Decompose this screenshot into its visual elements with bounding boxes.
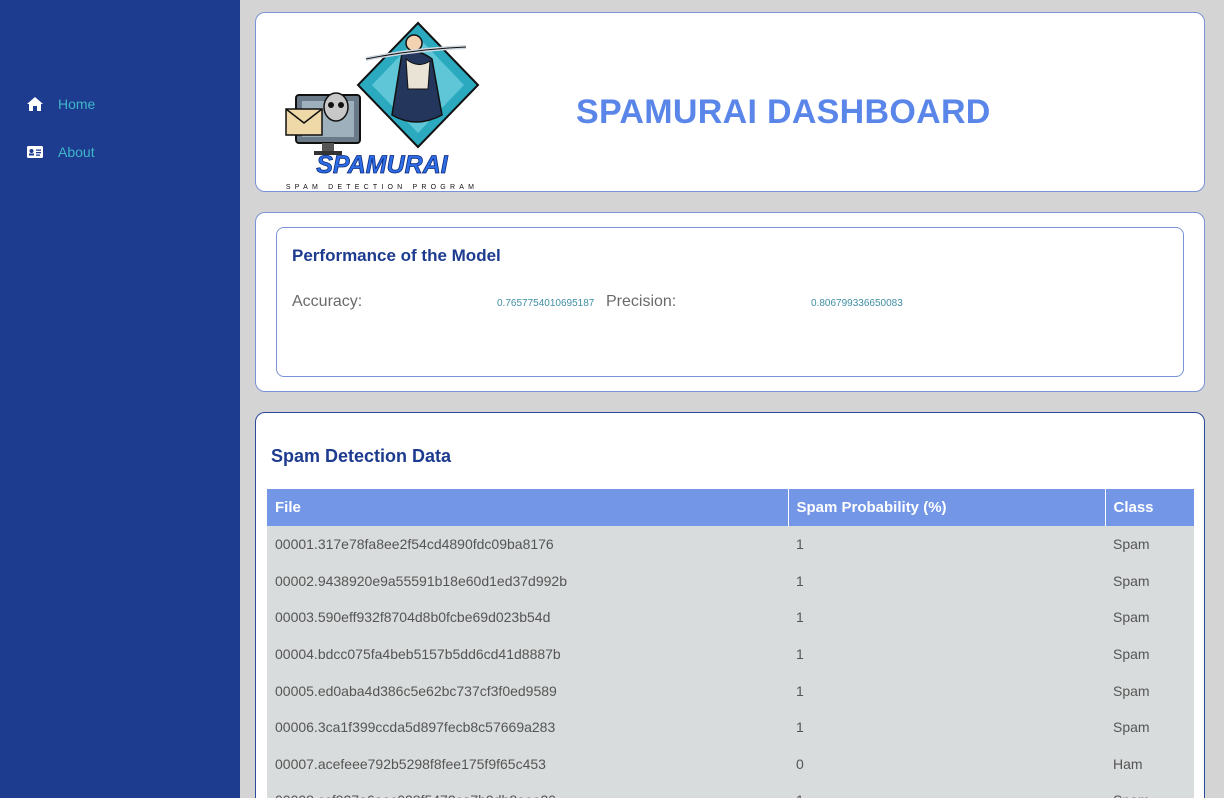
- cell-class: Spam: [1105, 562, 1194, 600]
- table-row: 00005.ed0aba4d386c5e62bc737cf3f0ed9589 1…: [267, 672, 1194, 709]
- spam-detection-table: File Spam Probability (%) Class 00001.31…: [267, 489, 1194, 798]
- performance-title: Performance of the Model: [292, 246, 501, 265]
- id-card-icon: [27, 146, 43, 158]
- cell-class: Spam: [1105, 672, 1194, 709]
- accuracy-value: 0.7657754010695187: [497, 298, 595, 309]
- cell-probability: 1: [788, 635, 1105, 673]
- cell-class: Spam: [1105, 599, 1194, 636]
- column-header-file: File: [267, 489, 789, 526]
- cell-probability: 1: [788, 782, 1105, 798]
- cell-file: 00007.acefeee792b5298f8fee175f9f65c453: [267, 745, 788, 783]
- cell-probability: 1: [788, 526, 1105, 563]
- cell-class: Spam: [1105, 782, 1194, 798]
- precision-label: Precision:: [606, 293, 677, 310]
- table-row: 00002.9438920e9a55591b18e60d1ed37d992b 1…: [267, 562, 1194, 600]
- cell-probability: 1: [788, 708, 1105, 746]
- cell-class: Ham: [1105, 745, 1194, 783]
- table-row: 00004.bdcc075fa4beb5157b5dd6cd41d8887b 1…: [267, 635, 1194, 673]
- cell-probability: 1: [788, 599, 1105, 636]
- header-card: SPAMURAI SPAM DETECTION PROGRAM SPAMURAI…: [255, 12, 1205, 192]
- table-header-row: File Spam Probability (%) Class: [267, 489, 1194, 526]
- logo-text: SPAMURAI: [316, 151, 449, 179]
- performance-panel: Performance of the Model Accuracy: 0.765…: [276, 227, 1184, 377]
- cell-class: Spam: [1105, 635, 1194, 673]
- cell-class: Spam: [1105, 708, 1194, 746]
- precision-value: 0.806799336650083: [811, 298, 903, 309]
- cell-file: 00008.ccf927a6aec028f5472ca7b9db8eee20: [267, 782, 788, 798]
- sidebar-item-label: Home: [58, 96, 96, 112]
- cell-class: Spam: [1105, 526, 1194, 563]
- cell-probability: 1: [788, 562, 1105, 600]
- column-header-probability: Spam Probability (%): [788, 489, 1106, 526]
- cell-probability: 1: [788, 672, 1105, 709]
- cell-file: 00005.ed0aba4d386c5e62bc737cf3f0ed9589: [267, 672, 788, 709]
- cell-file: 00004.bdcc075fa4beb5157b5dd6cd41d8887b: [267, 635, 788, 673]
- cell-file: 00002.9438920e9a55591b18e60d1ed37d992b: [267, 562, 788, 600]
- cell-file: 00001.317e78fa8ee2f54cd4890fdc09ba8176: [267, 526, 788, 563]
- accuracy-label: Accuracy:: [292, 293, 363, 310]
- spamurai-logo: SPAMURAI SPAM DETECTION PROGRAM: [285, 21, 480, 191]
- sidebar: Home About: [0, 0, 240, 798]
- sidebar-item-home[interactable]: Home: [26, 96, 95, 112]
- performance-card: Performance of the Model Accuracy: 0.765…: [255, 212, 1205, 392]
- table-title: Spam Detection Data: [271, 446, 452, 466]
- table-row: 00008.ccf927a6aec028f5472ca7b9db8eee20 1…: [267, 782, 1194, 798]
- table-row: 00007.acefeee792b5298f8fee175f9f65c453 0…: [267, 745, 1194, 783]
- page-title: SPAMURAI DASHBOARD: [576, 93, 991, 131]
- sidebar-item-label: About: [58, 144, 95, 160]
- column-header-class: Class: [1105, 489, 1194, 526]
- cell-file: 00003.590eff932f8704d8b0fcbe69d023b54d: [267, 599, 788, 636]
- cell-probability: 0: [788, 745, 1105, 783]
- cell-file: 00006.3ca1f399ccda5d897fecb8c57669a283: [267, 708, 788, 746]
- logo-tagline: SPAM DETECTION PROGRAM: [286, 184, 478, 191]
- table-row: 00003.590eff932f8704d8b0fcbe69d023b54d 1…: [267, 599, 1194, 636]
- spam-data-card: Spam Detection Data File Spam Probabilit…: [255, 412, 1205, 798]
- sidebar-item-about[interactable]: About: [26, 144, 95, 160]
- home-icon: [27, 97, 43, 111]
- table-row: 00001.317e78fa8ee2f54cd4890fdc09ba8176 1…: [267, 526, 1194, 563]
- table-row: 00006.3ca1f399ccda5d897fecb8c57669a283 1…: [267, 708, 1194, 746]
